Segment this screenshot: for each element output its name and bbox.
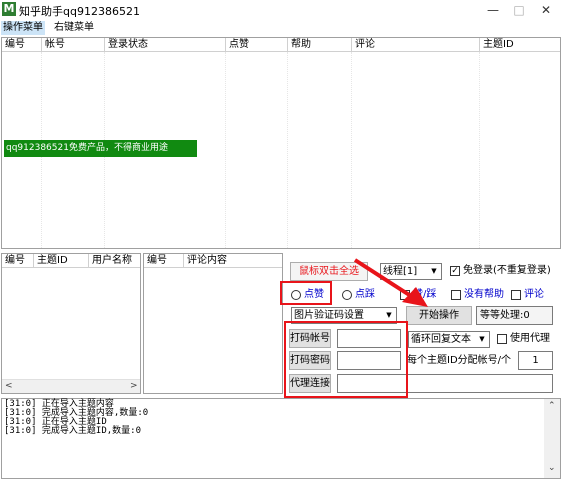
like-highlight-box [280, 281, 332, 305]
column-header-id[interactable]: 编号 [2, 38, 42, 52]
no-help-label: 没有帮助 [464, 289, 504, 300]
menu-right-click[interactable]: 右键菜单 [52, 21, 96, 35]
captcha-settings-value: 图片验证码设置 [294, 310, 364, 321]
column-header-help[interactable]: 帮助 [288, 38, 352, 52]
column-header-user-name[interactable]: 用户名称 [89, 254, 140, 268]
scroll-down-icon[interactable]: ⌄ [548, 463, 556, 473]
minimize-button[interactable]: — [480, 2, 506, 18]
column-header-account[interactable]: 帐号 [42, 38, 105, 52]
per-topic-input[interactable]: 1 [518, 351, 553, 370]
column-header-login-status[interactable]: 登录状态 [105, 38, 226, 52]
topic-table[interactable]: 编号 主题ID 用户名称 < > [1, 253, 141, 394]
vertical-scrollbar[interactable]: ⌃ ⌄ [544, 399, 560, 478]
column-header-topic-id[interactable]: 主题ID [480, 38, 560, 52]
column-header-comment[interactable]: 评论 [352, 38, 480, 52]
column-header-like[interactable]: 点赞 [226, 38, 288, 52]
no-help-checkbox[interactable] [451, 290, 461, 300]
menu-bar: 操作菜单 右键菜单 [0, 20, 563, 36]
column-header-id[interactable]: 编号 [144, 254, 184, 268]
grid-column [352, 52, 480, 248]
scroll-right-icon[interactable]: > [130, 381, 138, 391]
use-proxy-label: 使用代理 [510, 333, 550, 344]
log-area[interactable]: [31:0] 正在导入主题内容 [31:0] 完成导入主题内容,数量:0 [31… [1, 398, 561, 479]
account-table[interactable]: 编号 帐号 登录状态 点赞 帮助 评论 主题ID qq912386521免费产品… [1, 37, 561, 249]
close-button[interactable]: ✕ [533, 2, 559, 18]
comment-checkbox[interactable] [511, 290, 521, 300]
column-header-id[interactable]: 编号 [2, 254, 34, 268]
title-bar: M 知乎助手qq912386521 — □ ✕ [0, 0, 563, 20]
window-title: 知乎助手qq912386521 [19, 5, 140, 18]
menu-operate[interactable]: 操作菜单 [1, 21, 45, 35]
maximize-button[interactable]: □ [506, 2, 532, 18]
use-proxy-checkbox[interactable] [497, 334, 507, 344]
free-login-label: 免登录(不重复登录) [463, 265, 551, 276]
app-icon: M [2, 2, 16, 16]
grid-column [288, 52, 352, 248]
comment-label: 评论 [524, 289, 544, 300]
scroll-left-icon[interactable]: < [5, 381, 13, 391]
arrow-head [402, 287, 428, 307]
comment-table[interactable]: 编号 评论内容 [143, 253, 283, 394]
grid-column [226, 52, 288, 248]
per-topic-label: 每个主题ID分配帐号/个 [407, 355, 512, 366]
chevron-down-icon: ▼ [479, 335, 485, 343]
reply-mode-value: 循环回复文本 [411, 334, 471, 345]
horizontal-scrollbar[interactable]: < > [2, 379, 140, 393]
waiting-counter: 等等处理:0 [476, 306, 553, 325]
column-header-topic-id[interactable]: 主题ID [34, 254, 89, 268]
free-login-checkbox[interactable]: ✓ [450, 266, 460, 276]
reply-mode-select[interactable]: 循环回复文本 ▼ [408, 331, 490, 348]
column-header-comment-content[interactable]: 评论内容 [184, 254, 282, 268]
log-line: [31:0] 完成导入主题ID,数量:0 [4, 426, 142, 436]
free-product-banner: qq912386521免费产品，不得商业用途 [4, 140, 197, 157]
arrow-shaft [353, 258, 416, 300]
scroll-up-icon[interactable]: ⌃ [548, 401, 556, 411]
captcha-highlight-box [284, 321, 408, 398]
annotation-arrow-icon [353, 258, 428, 307]
